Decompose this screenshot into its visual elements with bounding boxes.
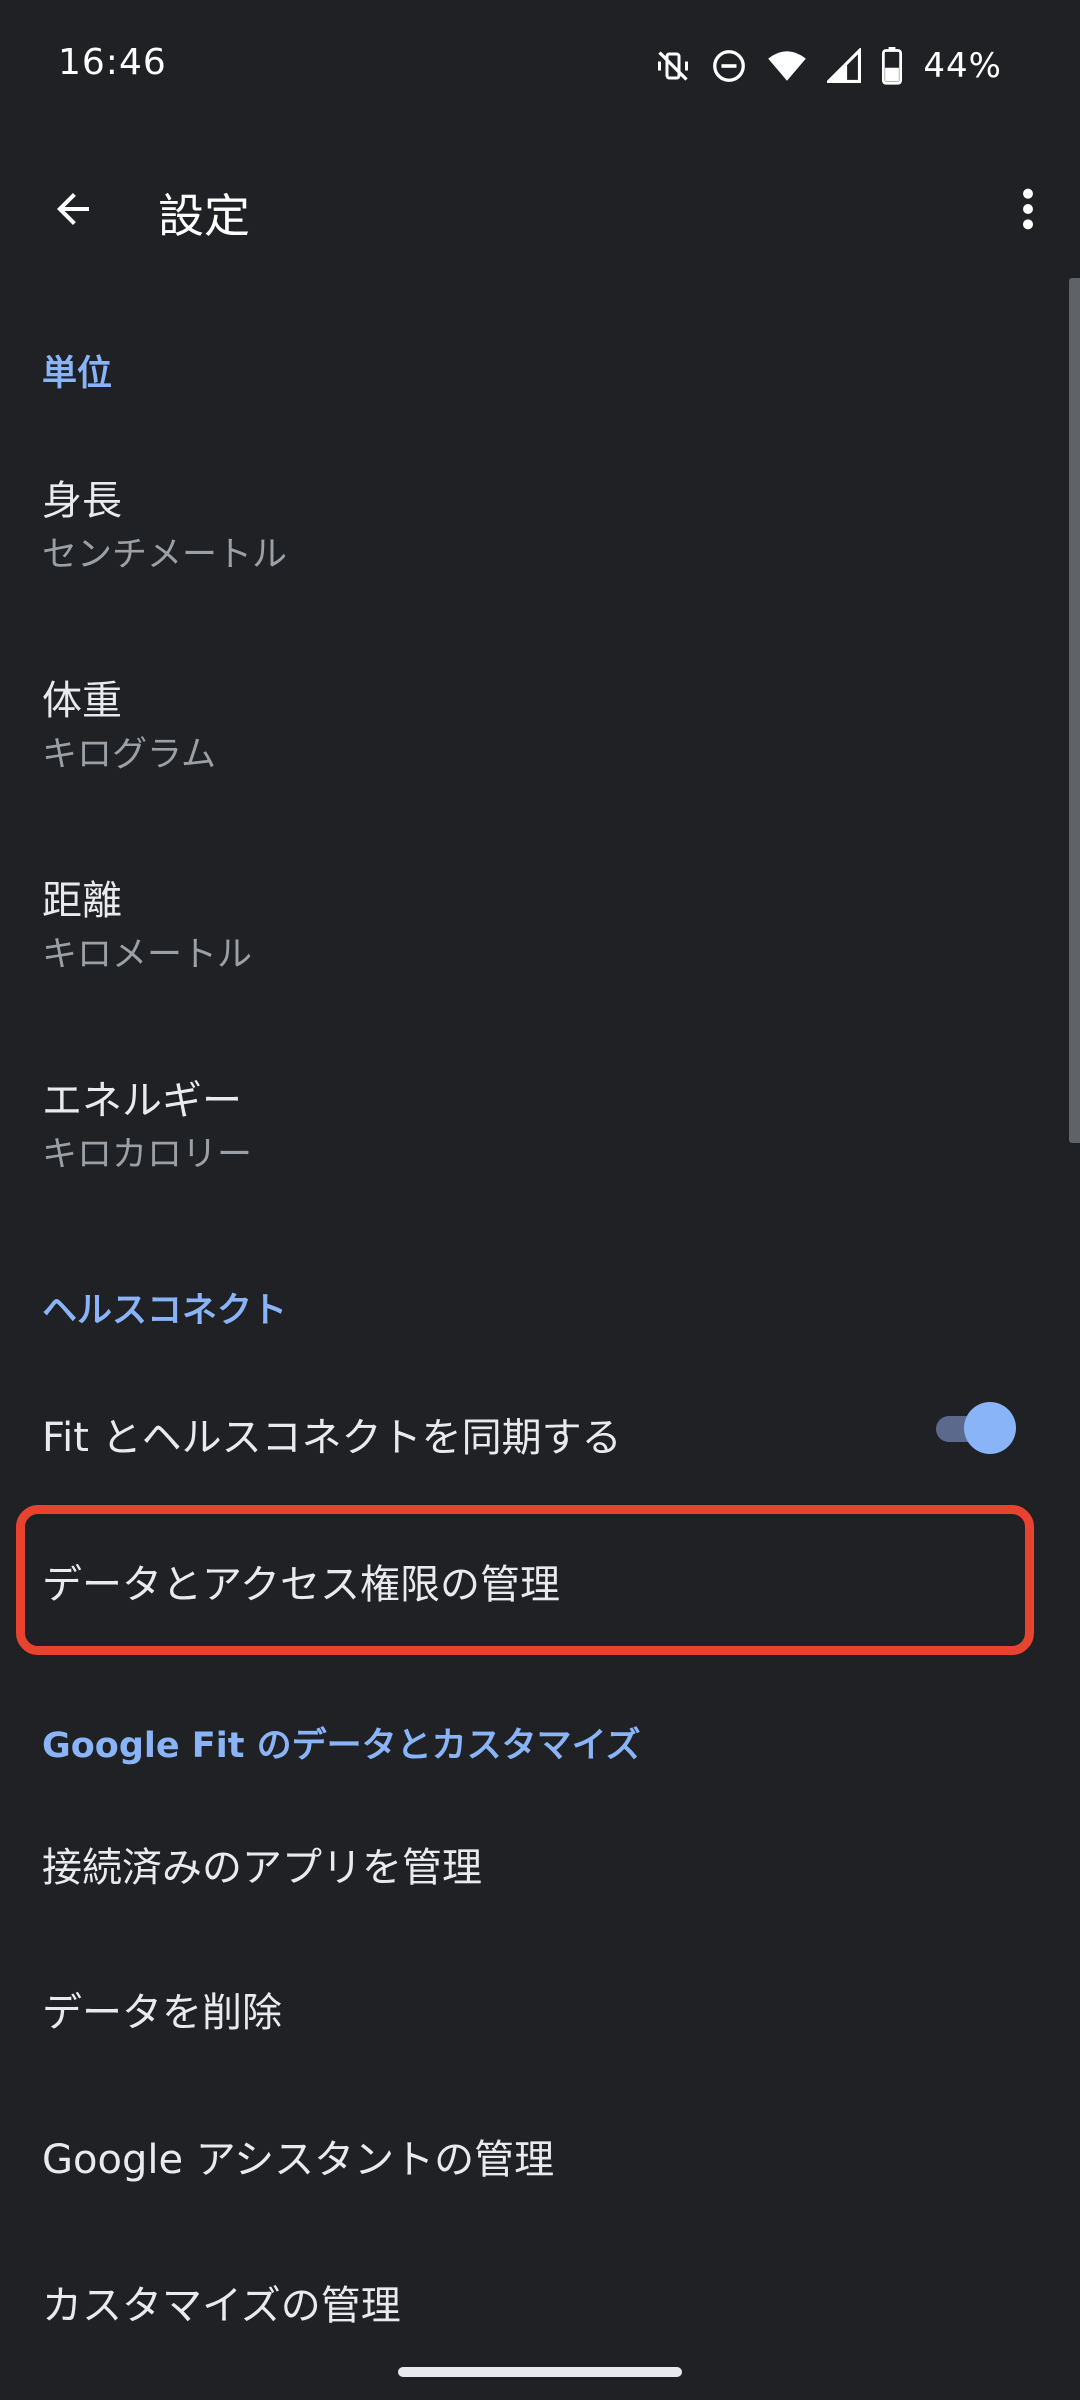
more-options-button[interactable] [998, 178, 1058, 244]
status-time: 16:46 [58, 42, 167, 83]
sync-health-connect-toggle[interactable] [932, 1400, 1016, 1456]
arrow-back-icon [49, 185, 97, 237]
setting-height-title: 身長 [42, 478, 122, 524]
delete-data-label: データを削除 [42, 1990, 282, 2036]
wifi-icon [767, 48, 807, 84]
setting-weight-title: 体重 [42, 678, 122, 724]
vibrate-off-icon [655, 48, 691, 84]
setting-google-assistant[interactable]: Google アシスタントの管理 [0, 2092, 1066, 2222]
personalization-label: カスタマイズの管理 [42, 2283, 401, 2329]
setting-personalization[interactable]: カスタマイズの管理 [0, 2238, 1066, 2358]
more-vert-icon [1021, 186, 1035, 236]
setting-energy[interactable]: エネルギー キロカロリー [0, 1040, 1066, 1230]
setting-distance-value: キロメートル [42, 935, 253, 975]
battery-percent: 44% [923, 46, 1002, 86]
setting-sync-health-connect[interactable]: Fit とヘルスコネクトを同期する [0, 1370, 1066, 1490]
battery-icon [881, 47, 903, 85]
section-header-health-connect: ヘルスコネクト [42, 1291, 288, 1331]
setting-height-value: センチメートル [42, 535, 288, 575]
highlight-box [16, 1505, 1034, 1655]
setting-height[interactable]: 身長 センチメートル [0, 440, 1066, 630]
status-icons: 44% [655, 44, 1002, 88]
app-bar: 設定 [0, 150, 1080, 265]
cellular-signal-icon [827, 48, 862, 84]
setting-weight[interactable]: 体重 キログラム [0, 640, 1066, 830]
setting-energy-value: キロカロリー [42, 1135, 253, 1175]
section-header-units: 単位 [42, 354, 113, 394]
page-title: 設定 [158, 189, 250, 243]
setting-connected-apps[interactable]: 接続済みのアプリを管理 [0, 1800, 1066, 1930]
back-button[interactable] [40, 178, 106, 244]
sync-health-connect-label: Fit とヘルスコネクトを同期する [42, 1415, 622, 1461]
toggle-thumb [964, 1402, 1016, 1454]
connected-apps-label: 接続済みのアプリを管理 [42, 1845, 482, 1891]
home-indicator[interactable] [398, 2367, 682, 2377]
setting-delete-data[interactable]: データを削除 [0, 1945, 1066, 2075]
scrollbar[interactable] [1069, 278, 1080, 1143]
google-assistant-label: Google アシスタントの管理 [42, 2137, 555, 2183]
setting-weight-value: キログラム [42, 735, 216, 775]
dnd-icon [711, 48, 747, 84]
setting-distance[interactable]: 距離 キロメートル [0, 840, 1066, 1030]
section-header-google-fit: Google Fit のデータとカスタマイズ [42, 1726, 641, 1766]
setting-distance-title: 距離 [42, 878, 122, 924]
status-bar: 16:46 44% [0, 0, 1080, 130]
setting-energy-title: エネルギー [42, 1078, 242, 1124]
